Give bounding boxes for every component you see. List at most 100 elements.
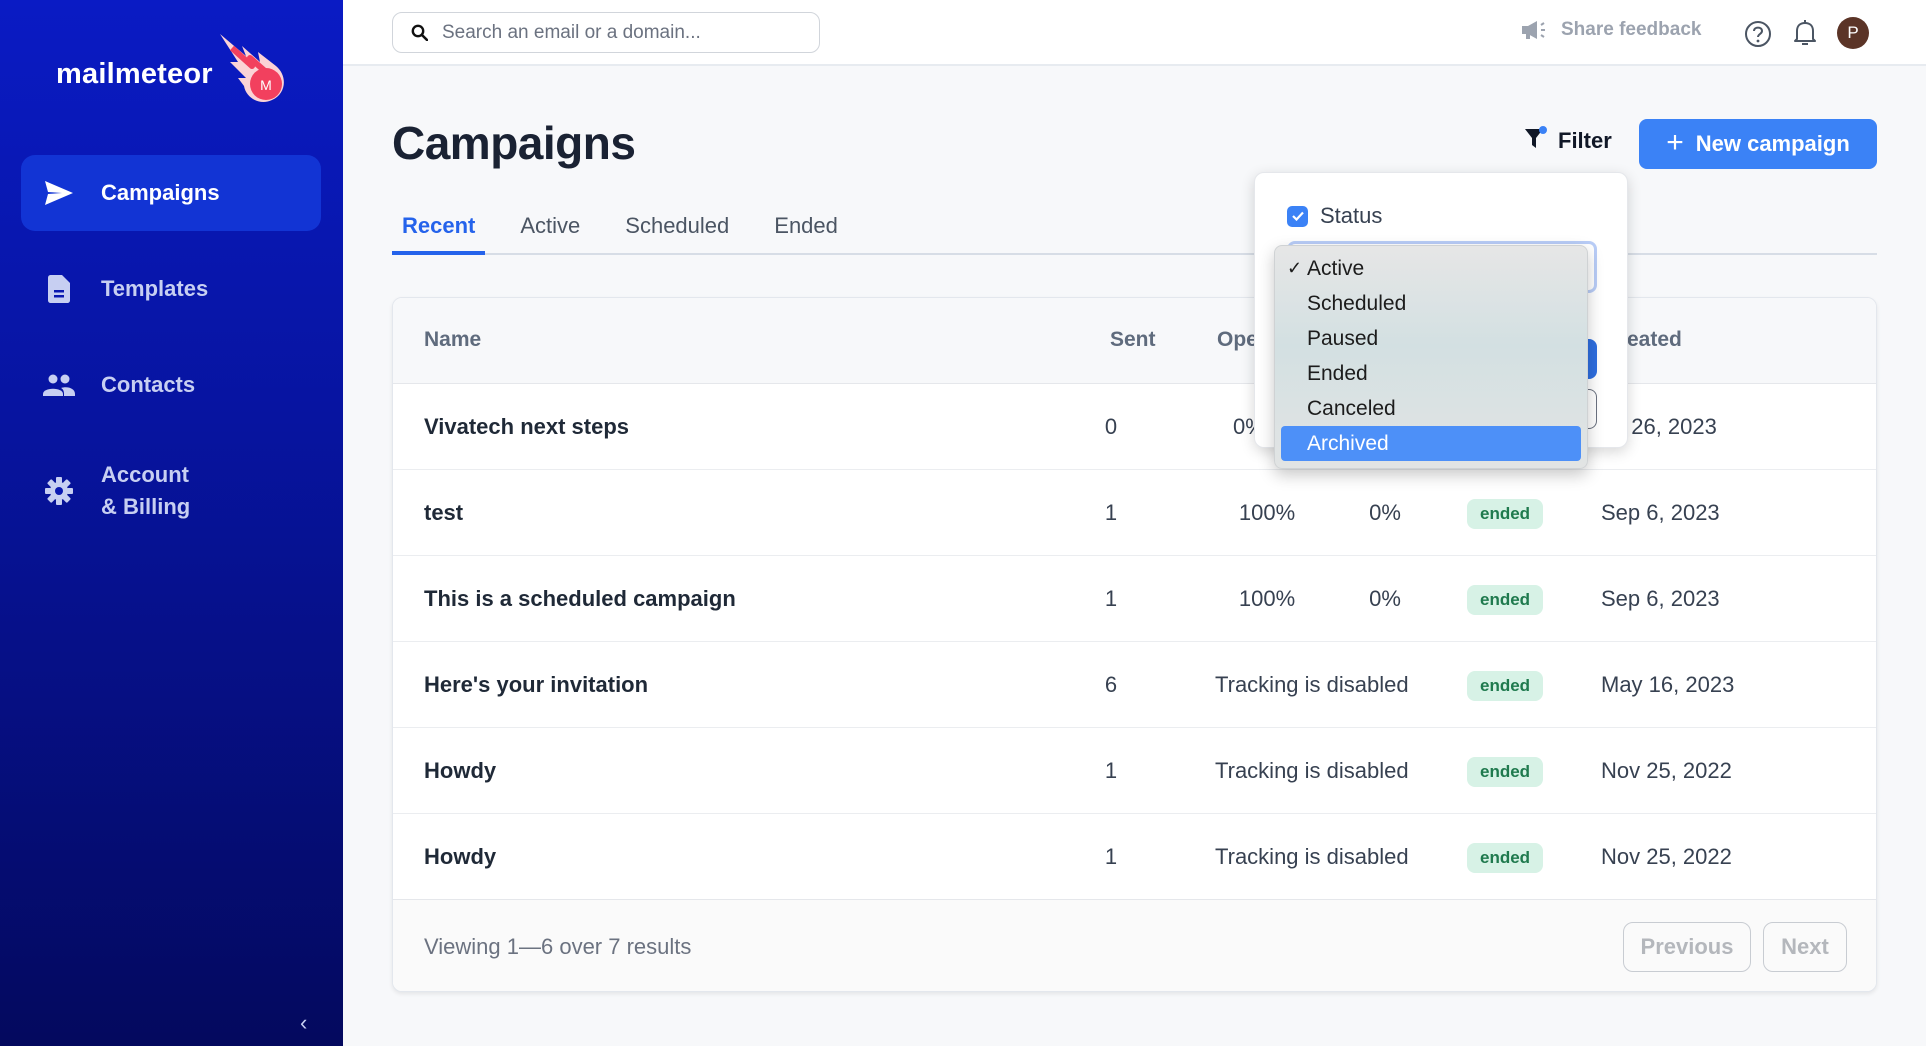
campaign-name: Vivatech next steps bbox=[424, 414, 630, 439]
column-header-name[interactable]: Name bbox=[424, 328, 481, 352]
svg-text:M: M bbox=[260, 77, 272, 93]
tab-scheduled[interactable]: Scheduled bbox=[615, 207, 739, 255]
table-header: Name Sent Ope eated bbox=[393, 298, 1876, 384]
option-label: Canceled bbox=[1307, 397, 1396, 420]
sent-count: 1 bbox=[1104, 844, 1118, 869]
sidebar-item-templates[interactable]: Templates bbox=[21, 251, 321, 327]
status-label: Status bbox=[1320, 203, 1383, 228]
sent-count: 1 bbox=[1104, 758, 1118, 783]
campaign-name: Howdy bbox=[424, 758, 497, 783]
table-row[interactable]: This is a scheduled campaign 1 100% 0% e… bbox=[393, 556, 1876, 642]
created-date: Nov 25, 2022 bbox=[1601, 844, 1732, 869]
status-badge: ended bbox=[1467, 671, 1544, 701]
search-icon bbox=[411, 24, 428, 41]
click-rate: 0% bbox=[1369, 500, 1401, 525]
status-option-archived[interactable]: Archived bbox=[1281, 426, 1581, 461]
avatar[interactable]: P bbox=[1837, 17, 1869, 49]
filter-label: Filter bbox=[1558, 128, 1612, 153]
column-header-opened[interactable]: Ope bbox=[1217, 328, 1258, 352]
status-dropdown-menu: ✓ Active Scheduled Paused Ended Canceled… bbox=[1274, 245, 1588, 469]
previous-page-button[interactable]: Previous bbox=[1623, 922, 1751, 972]
logo[interactable]: mailmeteor M bbox=[56, 34, 284, 103]
status-badge: ended bbox=[1467, 499, 1544, 529]
sidebar-item-label: Contacts bbox=[101, 372, 196, 397]
table-row[interactable]: Howdy 1 Tracking is disabled ended Nov 2… bbox=[393, 728, 1876, 814]
campaign-name: Here's your invitation bbox=[424, 672, 649, 697]
option-label: Ended bbox=[1307, 362, 1368, 385]
column-header-sent[interactable]: Sent bbox=[1110, 328, 1156, 352]
tracking-disabled-note: Tracking is disabled bbox=[1215, 672, 1409, 697]
filter-button[interactable]: Filter bbox=[1524, 126, 1612, 156]
column-header-created[interactable]: eated bbox=[1627, 328, 1682, 352]
sent-count: 0 bbox=[1104, 414, 1118, 439]
sidebar-item-campaigns[interactable]: Campaigns bbox=[21, 155, 321, 231]
status-badge: ended bbox=[1467, 843, 1544, 873]
page-title: Campaigns bbox=[392, 117, 636, 169]
status-option-paused[interactable]: Paused bbox=[1281, 321, 1581, 356]
next-page-button[interactable]: Next bbox=[1763, 922, 1847, 972]
table-row[interactable]: test 1 100% 0% ended Sep 6, 2023 bbox=[393, 470, 1876, 556]
table-footer: Viewing 1—6 over 7 results Previous Next bbox=[393, 900, 1876, 991]
tab-recent[interactable]: Recent bbox=[392, 207, 486, 255]
status-option-ended[interactable]: Ended bbox=[1281, 356, 1581, 391]
bell-icon[interactable] bbox=[1793, 19, 1817, 47]
document-icon bbox=[43, 273, 75, 305]
sidebar-item-label: Campaigns bbox=[101, 180, 220, 205]
created-date: May 16, 2023 bbox=[1601, 672, 1735, 697]
sidebar-item-contacts[interactable]: Contacts bbox=[21, 347, 321, 423]
option-label: Active bbox=[1307, 257, 1365, 280]
sent-count: 1 bbox=[1104, 500, 1118, 525]
chevron-left-icon: ‹ bbox=[300, 1010, 308, 1035]
topbar: Share feedback P bbox=[343, 0, 1926, 66]
tab-active[interactable]: Active bbox=[510, 207, 590, 255]
campaign-name: test bbox=[424, 500, 464, 525]
campaign-name: Howdy bbox=[424, 844, 497, 869]
new-campaign-label: New campaign bbox=[1695, 131, 1850, 156]
open-rate: 100% bbox=[1238, 500, 1296, 525]
table-row[interactable]: Howdy 1 Tracking is disabled ended Nov 2… bbox=[393, 814, 1876, 900]
sidebar-item-label: Account & Billing bbox=[101, 459, 190, 523]
collapse-sidebar-button[interactable]: ‹ bbox=[300, 1010, 307, 1036]
status-badge: ended bbox=[1467, 757, 1544, 787]
results-summary: Viewing 1—6 over 7 results bbox=[424, 934, 692, 959]
open-rate: 100% bbox=[1238, 586, 1296, 611]
filter-icon bbox=[1524, 126, 1548, 156]
table-row[interactable]: Vivatech next steps 0 0% t 26, 2023 bbox=[393, 384, 1876, 470]
plus-icon: + bbox=[1666, 125, 1684, 159]
tab-ended[interactable]: Ended bbox=[764, 207, 848, 255]
table-row[interactable]: Here's your invitation 6 Tracking is dis… bbox=[393, 642, 1876, 728]
send-icon bbox=[43, 177, 75, 209]
status-option-scheduled[interactable]: Scheduled bbox=[1281, 286, 1581, 321]
status-filter-toggle[interactable]: Status bbox=[1287, 203, 1382, 229]
label-line-2: & Billing bbox=[101, 494, 191, 519]
created-date: t 26, 2023 bbox=[1619, 414, 1717, 439]
created-date: Sep 6, 2023 bbox=[1601, 500, 1720, 525]
status-badge: ended bbox=[1467, 585, 1544, 615]
sent-count: 6 bbox=[1104, 672, 1118, 697]
sidebar-nav: Campaigns Templates Contacts Account & B… bbox=[21, 155, 321, 559]
status-checkbox[interactable] bbox=[1287, 205, 1308, 227]
logo-text: mailmeteor bbox=[56, 58, 213, 90]
campaigns-table: Name Sent Ope eated Vivatech next steps … bbox=[392, 297, 1877, 992]
gear-icon bbox=[43, 475, 75, 507]
share-feedback-button[interactable]: Share feedback bbox=[1521, 19, 1701, 41]
campaign-tabs: Recent Active Scheduled Ended bbox=[392, 207, 1877, 255]
option-label: Paused bbox=[1307, 327, 1379, 350]
help-icon[interactable] bbox=[1744, 20, 1772, 48]
status-option-canceled[interactable]: Canceled bbox=[1281, 391, 1581, 426]
sidebar-item-account-billing[interactable]: Account & Billing bbox=[21, 443, 321, 539]
search-input[interactable] bbox=[442, 21, 802, 44]
option-label: Scheduled bbox=[1307, 292, 1407, 315]
click-rate: 0% bbox=[1369, 586, 1401, 611]
sidebar-item-label: Templates bbox=[101, 276, 209, 301]
sidebar: mailmeteor M Campaigns Templates Contact… bbox=[0, 0, 343, 1046]
tracking-disabled-note: Tracking is disabled bbox=[1215, 844, 1409, 869]
meteor-logo-icon: M bbox=[220, 34, 284, 103]
status-option-active[interactable]: ✓ Active bbox=[1281, 251, 1581, 286]
share-feedback-label: Share feedback bbox=[1561, 19, 1702, 40]
search-box[interactable] bbox=[392, 12, 820, 53]
new-campaign-button[interactable]: + New campaign bbox=[1639, 119, 1877, 169]
checkmark-icon bbox=[1291, 211, 1304, 221]
label-line-1: Account bbox=[101, 462, 189, 487]
created-date: Sep 6, 2023 bbox=[1601, 586, 1720, 611]
